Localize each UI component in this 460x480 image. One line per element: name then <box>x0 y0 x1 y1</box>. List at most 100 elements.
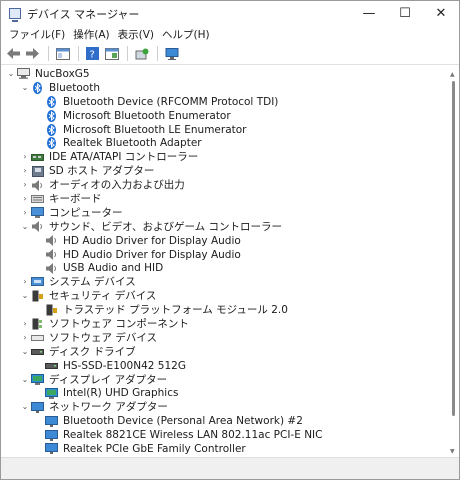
device-label: HS-SSD-E100N42 512G <box>63 359 186 372</box>
device-item[interactable]: HD Audio Driver for Display Audio <box>5 248 441 262</box>
minimize-button[interactable]: — <box>351 1 387 26</box>
display-adapter-icon <box>31 374 44 386</box>
device-item[interactable]: トラステッド プラットフォーム モジュール 2.0 <box>5 303 441 317</box>
device-item[interactable]: Microsoft Bluetooth LE Enumerator <box>5 123 441 137</box>
bluetooth-icon <box>45 109 58 122</box>
chevron-down-icon[interactable]: ⌄ <box>19 373 31 387</box>
device-label: Bluetooth Device (Personal Area Network)… <box>63 415 303 428</box>
category-system[interactable]: › システム デバイス <box>5 275 441 289</box>
device-item[interactable]: Bluetooth Device (Personal Area Network)… <box>5 414 441 428</box>
update-driver-icon[interactable] <box>133 45 150 62</box>
category-sd-host[interactable]: › SD ホスト アダプター <box>5 164 441 178</box>
category-display-adapters[interactable]: ⌄ ディスプレイ アダプター <box>5 373 441 387</box>
device-tree-pane: ⌄ NucBoxG5 ⌄ Bluetooth Bluetooth Device (R… <box>1 65 459 458</box>
monitor-icon <box>31 207 44 219</box>
sd-host-icon <box>31 165 44 177</box>
bluetooth-icon <box>45 137 58 150</box>
category-software-device[interactable]: › ソフトウェア デバイス <box>5 331 441 345</box>
chevron-right-icon[interactable]: › <box>19 206 31 220</box>
chevron-down-icon[interactable]: ⌄ <box>19 289 31 303</box>
scroll-up-icon[interactable]: ▲ <box>450 71 455 78</box>
chevron-right-icon[interactable]: › <box>19 178 31 192</box>
help-icon[interactable]: ? <box>84 45 101 62</box>
scan-hardware-icon[interactable] <box>163 45 180 62</box>
chevron-right-icon[interactable]: › <box>19 192 31 206</box>
menu-bar: ファイル(F) 操作(A) 表示(V) ヘルプ(H) <box>1 26 459 43</box>
speaker-icon <box>45 235 58 247</box>
category-disk-drives[interactable]: ⌄ ディスク ドライブ <box>5 345 441 359</box>
category-label: SD ホスト アダプター <box>49 165 155 178</box>
category-computer[interactable]: › コンピューター <box>5 206 441 220</box>
chevron-down-icon[interactable]: ⌄ <box>19 400 31 414</box>
chevron-right-icon[interactable]: › <box>19 331 31 345</box>
forward-icon[interactable] <box>24 45 41 62</box>
device-item[interactable]: Bluetooth Device (RFCOMM Protocol TDI) <box>5 95 441 109</box>
device-item[interactable]: Microsoft Bluetooth Enumerator <box>5 109 441 123</box>
category-label: ネットワーク アダプター <box>49 401 168 414</box>
category-keyboard[interactable]: › キーボード <box>5 192 441 206</box>
category-label: セキュリティ デバイス <box>49 290 157 303</box>
root-label: NucBoxG5 <box>35 67 90 80</box>
back-icon[interactable] <box>5 45 22 62</box>
bluetooth-icon <box>45 95 58 108</box>
show-hide-tree-icon[interactable] <box>54 45 71 62</box>
device-item[interactable]: Intel(R) UHD Graphics <box>5 386 441 400</box>
device-manager-window: デバイス マネージャー — ☐ ✕ ファイル(F) 操作(A) 表示(V) ヘル… <box>0 0 460 480</box>
category-bluetooth[interactable]: ⌄ Bluetooth <box>5 81 441 95</box>
device-item[interactable]: USB Audio and HID <box>5 261 441 275</box>
network-adapter-icon <box>45 415 58 427</box>
chevron-right-icon[interactable]: › <box>19 275 31 289</box>
scroll-down-icon[interactable]: ▼ <box>450 448 455 455</box>
chevron-right-icon[interactable]: › <box>19 164 31 178</box>
category-label: ディスプレイ アダプター <box>49 373 168 386</box>
menu-help[interactable]: ヘルプ(H) <box>158 27 214 42</box>
device-label: HD Audio Driver for Display Audio <box>63 248 241 261</box>
toolbar-separator <box>157 46 158 61</box>
device-item[interactable]: HS-SSD-E100N42 512G <box>5 359 441 373</box>
security-chip-icon <box>45 304 58 316</box>
device-label: USB Audio and HID <box>63 262 164 275</box>
disk-drive-icon <box>31 346 44 357</box>
chevron-down-icon[interactable]: ⌄ <box>19 81 31 95</box>
scroll-thumb[interactable] <box>452 81 455 416</box>
category-label: キーボード <box>49 192 102 205</box>
bluetooth-icon <box>45 123 58 136</box>
network-adapter-icon <box>45 443 58 455</box>
chevron-down-icon[interactable]: ⌄ <box>5 67 17 81</box>
menu-action[interactable]: 操作(A) <box>69 27 113 42</box>
chevron-down-icon[interactable]: ⌄ <box>19 345 31 359</box>
chevron-right-icon[interactable]: › <box>19 317 31 331</box>
toolbar-separator <box>78 46 79 61</box>
category-software-component[interactable]: › ソフトウェア コンポーネント <box>5 317 441 331</box>
chevron-down-icon[interactable]: ⌄ <box>19 220 31 234</box>
menu-view[interactable]: 表示(V) <box>114 27 158 42</box>
tree-root[interactable]: ⌄ NucBoxG5 <box>5 67 441 81</box>
maximize-button[interactable]: ☐ <box>387 1 423 26</box>
device-label: Microsoft Bluetooth LE Enumerator <box>63 123 247 136</box>
speaker-icon <box>45 262 58 274</box>
close-button[interactable]: ✕ <box>423 1 459 26</box>
device-label: トラステッド プラットフォーム モジュール 2.0 <box>63 304 288 317</box>
device-item[interactable]: Realtek PCIe GbE Family Controller <box>5 442 441 456</box>
category-security[interactable]: ⌄ セキュリティ デバイス <box>5 289 441 303</box>
device-label: Realtek 8821CE Wireless LAN 802.11ac PCI… <box>63 429 323 442</box>
category-label: オーディオの入力および出力 <box>49 179 185 192</box>
svg-text:?: ? <box>90 50 95 61</box>
vertical-scrollbar[interactable]: ▲ ▼ <box>449 71 457 455</box>
device-item[interactable]: Realtek 8821CE Wireless LAN 802.11ac PCI… <box>5 428 441 442</box>
category-audio-io[interactable]: › オーディオの入力および出力 <box>5 178 441 192</box>
category-ide[interactable]: › IDE ATA/ATAPI コントローラー <box>5 150 441 164</box>
device-item[interactable]: Realtek Bluetooth Adapter <box>5 136 441 150</box>
device-item[interactable]: HD Audio Driver for Display Audio <box>5 234 441 248</box>
window-title: デバイス マネージャー <box>27 7 140 21</box>
category-network-adapters[interactable]: ⌄ ネットワーク アダプター <box>5 400 441 414</box>
network-adapter-icon <box>31 401 44 413</box>
display-adapter-icon <box>45 387 58 399</box>
computer-icon <box>17 68 30 80</box>
chevron-right-icon[interactable]: › <box>19 150 31 164</box>
device-manager-icon <box>9 8 21 22</box>
properties-icon[interactable] <box>103 45 120 62</box>
category-sound-video[interactable]: ⌄ サウンド、ビデオ、およびゲーム コントローラー <box>5 220 441 234</box>
software-device-icon <box>31 332 44 343</box>
menu-file[interactable]: ファイル(F) <box>5 27 69 42</box>
